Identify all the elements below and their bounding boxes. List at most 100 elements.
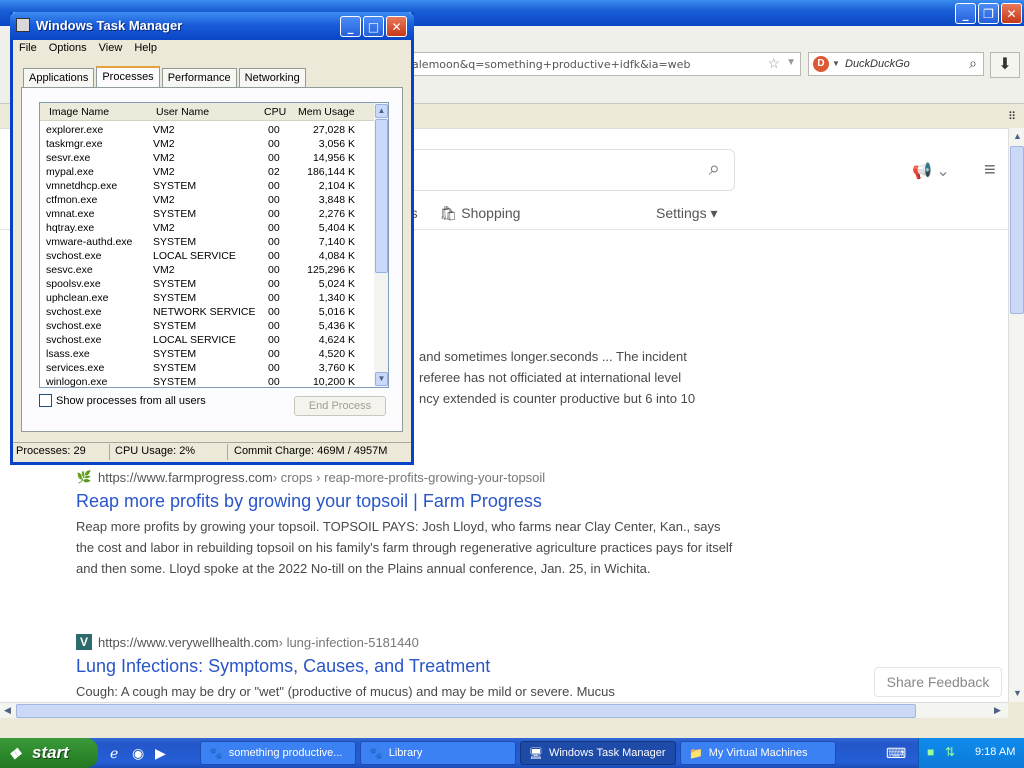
page-vertical-scrollbar[interactable]: ▲ ▼ [1008, 128, 1024, 702]
result-domain: https://www.verywellhealth.com [98, 634, 279, 650]
minimize-button[interactable]: _ [340, 16, 361, 37]
table-row[interactable]: taskmgr.exe VM2 00 3,056 K [40, 137, 374, 151]
minimize-button[interactable]: _ [955, 3, 976, 24]
maximize-button[interactable]: □ [363, 16, 384, 37]
column-header-mem-usage[interactable]: Mem Usage [298, 106, 355, 118]
scroll-down-icon[interactable]: ▼ [375, 372, 388, 386]
table-row[interactable]: svchost.exe LOCAL SERVICE 00 4,084 K [40, 249, 374, 263]
grid-icon[interactable]: ⠿ [1008, 110, 1016, 123]
search-icon[interactable]: ⌕ [709, 158, 720, 181]
result-url[interactable]: V https://www.verywellhealth.com › lung-… [76, 634, 736, 650]
process-user-name: SYSTEM [153, 348, 197, 360]
process-user-name: SYSTEM [153, 320, 197, 332]
result-url[interactable]: 🌿 https://www.farmprogress.com › crops ›… [76, 469, 736, 485]
chevron-down-icon[interactable]: ▼ [786, 57, 796, 68]
megaphone-icon[interactable]: 📢 ⌄ [912, 161, 950, 181]
table-row[interactable]: vmnetdhcp.exe SYSTEM 00 2,104 K [40, 179, 374, 193]
checkbox[interactable] [39, 394, 52, 407]
tab-shopping-label: Shopping [461, 205, 521, 221]
table-row[interactable]: vmware-authd.exe SYSTEM 00 7,140 K [40, 235, 374, 249]
column-header-user-name[interactable]: User Name [156, 106, 209, 118]
process-cpu: 00 [268, 250, 280, 262]
column-header-image-name[interactable]: Image Name [49, 106, 109, 118]
menu-file[interactable]: File [13, 40, 43, 56]
network-icon[interactable]: ⇅ [945, 745, 955, 759]
share-feedback-button[interactable]: Share Feedback [874, 667, 1002, 697]
process-list[interactable]: Image Name User Name CPU Mem Usage explo… [39, 102, 389, 388]
process-image-name: vmnetdhcp.exe [46, 180, 118, 192]
scroll-left-icon[interactable]: ◀ [4, 705, 11, 716]
tab-applications[interactable]: Applications [23, 68, 95, 87]
browser-icon[interactable]: ◉ [132, 745, 144, 762]
keyboard-icon[interactable]: ⌨ [886, 745, 906, 762]
scroll-thumb[interactable] [16, 704, 916, 718]
table-row[interactable]: ctfmon.exe VM2 00 3,848 K [40, 193, 374, 207]
process-mem-usage: 7,140 K [318, 236, 355, 248]
table-row[interactable]: lsass.exe SYSTEM 00 4,520 K [40, 347, 374, 361]
window-title: Windows Task Manager [36, 18, 183, 33]
taskbar-item-label: something productive... [228, 747, 343, 759]
close-button[interactable]: ✕ [1001, 3, 1022, 24]
taskbar-item-browser[interactable]: 🐾 something productive... [200, 741, 356, 765]
process-list-scrollbar[interactable]: ▲ ▼ [374, 103, 388, 387]
checkbox-label: Show processes from all users [56, 394, 206, 407]
start-button[interactable]: ❖ start [0, 738, 98, 768]
scroll-thumb[interactable] [1010, 146, 1024, 314]
table-row[interactable]: sesvr.exe VM2 00 14,956 K [40, 151, 374, 165]
end-process-button[interactable]: End Process [294, 396, 386, 416]
table-row[interactable]: vmnat.exe SYSTEM 00 2,276 K [40, 207, 374, 221]
taskbar-item-virtual-machines[interactable]: 📁 My Virtual Machines [680, 741, 836, 765]
table-row[interactable]: uphclean.exe SYSTEM 00 1,340 K [40, 291, 374, 305]
download-icon[interactable]: ⬇ [990, 52, 1020, 78]
table-row[interactable]: spoolsv.exe SYSTEM 00 5,024 K [40, 277, 374, 291]
result-title-link[interactable]: Reap more profits by growing your topsoi… [76, 491, 736, 512]
media-player-icon[interactable]: ▶ [155, 745, 166, 762]
menu-view[interactable]: View [93, 40, 129, 56]
close-button[interactable]: ✕ [386, 16, 407, 37]
scroll-up-icon[interactable]: ▲ [375, 104, 388, 118]
scroll-down-icon[interactable]: ▼ [1013, 688, 1022, 698]
column-header-cpu[interactable]: CPU [264, 106, 286, 118]
table-row[interactable]: sesvc.exe VM2 00 125,296 K [40, 263, 374, 277]
menu-help[interactable]: Help [128, 40, 163, 56]
page-horizontal-scrollbar[interactable]: ◀ ▶ [0, 702, 1008, 718]
ddg-search-field[interactable]: ⌕ [395, 149, 735, 191]
taskbar-item-library[interactable]: 🐾 Library [360, 741, 516, 765]
table-row[interactable]: mypal.exe VM2 02 186,144 K [40, 165, 374, 179]
tab-processes[interactable]: Processes [96, 66, 160, 88]
chevron-down-icon[interactable]: ▼ [832, 59, 840, 68]
table-row[interactable]: svchost.exe LOCAL SERVICE 00 4,624 K [40, 333, 374, 347]
scroll-thumb[interactable] [375, 119, 388, 273]
internet-explorer-icon[interactable]: ℯ [110, 745, 118, 762]
process-mem-usage: 3,760 K [318, 362, 355, 374]
show-all-processes-checkbox[interactable]: Show processes from all users [39, 394, 206, 407]
restore-button[interactable]: ❐ [978, 3, 999, 24]
table-row[interactable]: hqtray.exe VM2 00 5,404 K [40, 221, 374, 235]
taskbar-item-task-manager[interactable]: 🖥 Windows Task Manager [520, 741, 676, 765]
tab-shopping[interactable]: 🛍 Shopping [440, 205, 521, 222]
menu-options[interactable]: Options [43, 40, 93, 56]
table-row[interactable]: services.exe SYSTEM 00 3,760 K [40, 361, 374, 375]
clock[interactable]: 9:18 AM [975, 746, 1015, 758]
task-manager-titlebar[interactable]: Windows Task Manager _ □ ✕ [10, 12, 414, 40]
tray-app-icon[interactable]: ■ [927, 745, 934, 759]
result-title-link[interactable]: Lung Infections: Symptoms, Causes, and T… [76, 656, 736, 677]
table-row[interactable]: explorer.exe VM2 00 27,028 K [40, 123, 374, 137]
settings-dropdown[interactable]: Settings ▾ [656, 205, 718, 222]
search-icon[interactable]: ⌕ [969, 55, 977, 72]
process-user-name: LOCAL SERVICE [153, 250, 236, 262]
table-row[interactable]: svchost.exe NETWORK SERVICE 00 5,016 K [40, 305, 374, 319]
process-cpu: 00 [268, 194, 280, 206]
tab-networking[interactable]: Networking [238, 68, 306, 87]
scroll-right-icon[interactable]: ▶ [994, 705, 1001, 716]
process-user-name: SYSTEM [153, 362, 197, 374]
bookmark-star-icon[interactable]: ☆ [767, 55, 780, 72]
tab-performance[interactable]: Performance [161, 68, 237, 87]
search-box[interactable]: D ▼ DuckDuckGo ⌕ [808, 52, 984, 76]
process-cpu: 00 [268, 376, 280, 388]
table-row[interactable]: winlogon.exe SYSTEM 00 10,200 K [40, 375, 374, 388]
scroll-up-icon[interactable]: ▲ [1013, 131, 1022, 141]
address-bar[interactable]: alemoon&q=something+productive+idfk&ia=w… [405, 52, 801, 76]
table-row[interactable]: svchost.exe SYSTEM 00 5,436 K [40, 319, 374, 333]
hamburger-menu-icon[interactable]: ≡ [984, 159, 996, 182]
